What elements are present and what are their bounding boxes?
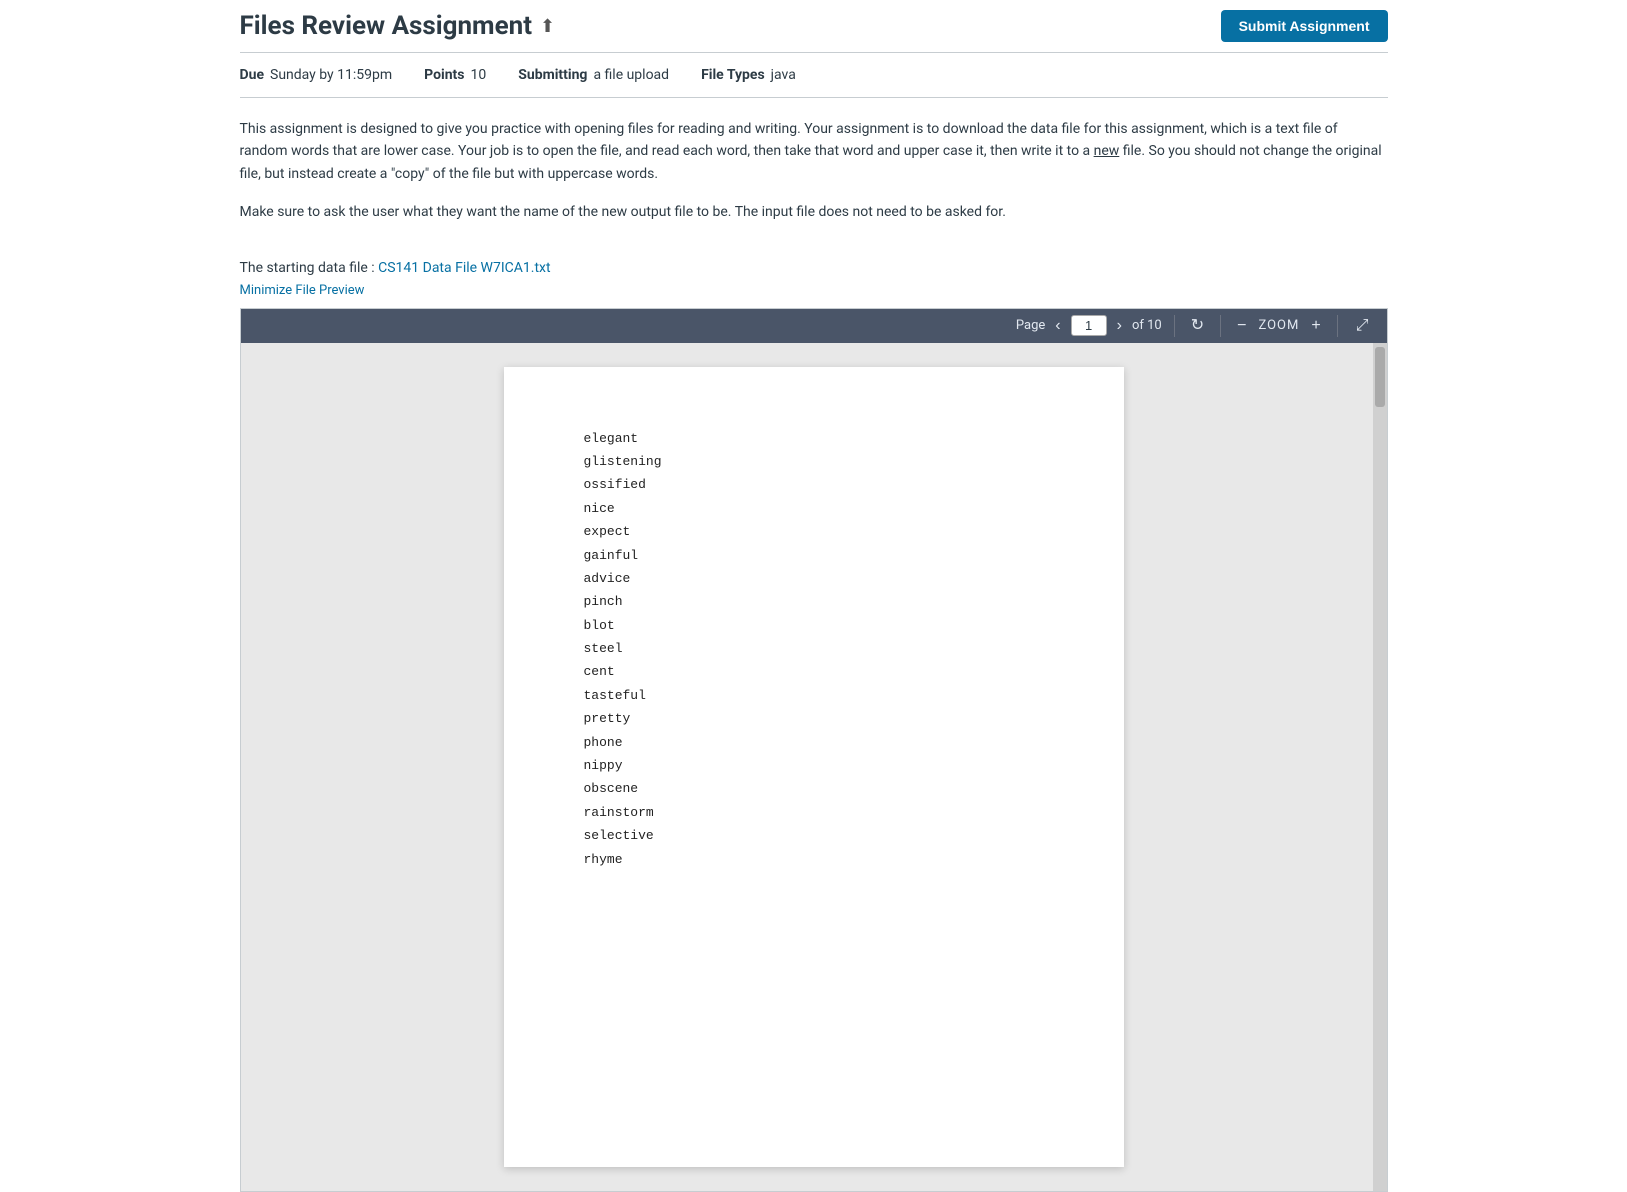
pdf-scrollbar[interactable] [1373,343,1387,1191]
pdf-word: glistening [584,450,1044,473]
pdf-words: elegantglisteningossifiedniceexpectgainf… [584,427,1044,871]
pdf-page-input[interactable] [1071,315,1107,336]
pdf-page-controls: Page ‹ › of 10 [1016,315,1162,336]
pdf-zoom-label: ZOOM [1258,318,1299,333]
submitting-value: a file upload [593,67,669,83]
pdf-word: ossified [584,473,1044,496]
meta-bar: Due Sunday by 11:59pm Points 10 Submitti… [240,53,1388,98]
minimize-file-preview-link[interactable]: Minimize File Preview [240,283,365,298]
description-block: This assignment is designed to give you … [240,98,1388,250]
submitting-label: Submitting [518,67,587,83]
pdf-word: advice [584,567,1044,590]
due-value: Sunday by 11:59pm [270,67,392,83]
pdf-next-button[interactable]: › [1113,316,1126,336]
submitting-item: Submitting a file upload [518,67,669,83]
pdf-viewer: Page ‹ › of 10 ↻ − ZOOM + ⤢ elegantglist… [240,308,1388,1192]
page-header: Files Review Assignment ⬆ Submit Assignm… [240,0,1388,53]
pdf-content-area: elegantglisteningossifiedniceexpectgainf… [241,343,1387,1191]
header-left: Files Review Assignment ⬆ [240,11,556,41]
pdf-refresh-button[interactable]: ↻ [1187,316,1208,336]
pdf-word: expect [584,520,1044,543]
pdf-word: gainful [584,544,1044,567]
new-underline: new [1094,143,1120,159]
pdf-prev-button[interactable]: ‹ [1051,316,1064,336]
pdf-word: cent [584,660,1044,683]
pdf-zoom-plus-button[interactable]: + [1307,316,1324,336]
pdf-scroll-thumb[interactable] [1375,347,1385,407]
points-value: 10 [470,67,486,83]
pdf-word: nice [584,497,1044,520]
pdf-word: blot [584,614,1044,637]
pdf-divider3 [1337,315,1338,337]
pdf-word: rainstorm [584,801,1044,824]
pdf-word: pinch [584,590,1044,613]
page-title: Files Review Assignment [240,11,533,41]
pdf-word: phone [584,731,1044,754]
pdf-word: nippy [584,754,1044,777]
pdf-word: rhyme [584,848,1044,871]
pdf-expand-button[interactable]: ⤢ [1350,315,1375,337]
pdf-toolbar: Page ‹ › of 10 ↻ − ZOOM + ⤢ [241,309,1387,343]
pdf-page: elegantglisteningossifiedniceexpectgainf… [504,367,1124,1167]
pdf-page-label: Page [1016,318,1045,333]
pdf-of-pages: of 10 [1132,318,1162,333]
data-file-link[interactable]: CS141 Data File W7ICA1.txt [378,260,550,276]
points-item: Points 10 [424,67,486,83]
file-types-value: java [771,67,796,83]
pdf-word: tasteful [584,684,1044,707]
pdf-zoom-minus-button[interactable]: − [1233,316,1250,336]
file-types-label: File Types [701,67,765,83]
description-paragraph1: This assignment is designed to give you … [240,118,1388,185]
pdf-word: pretty [584,707,1044,730]
file-types-item: File Types java [701,67,796,83]
data-file-section: The starting data file : CS141 Data File… [240,250,1388,302]
submit-assignment-button[interactable]: Submit Assignment [1221,10,1388,42]
title-icon: ⬆ [540,16,555,37]
data-file-label: The starting data file : CS141 Data File… [240,260,1388,276]
pdf-word: selective [584,824,1044,847]
points-label: Points [424,67,464,83]
description-paragraph2: Make sure to ask the user what they want… [240,201,1388,223]
pdf-word: obscene [584,777,1044,800]
pdf-word: elegant [584,427,1044,450]
pdf-word: steel [584,637,1044,660]
due-label: Due [240,67,265,83]
pdf-divider1 [1174,315,1175,337]
data-file-prefix: The starting data file : [240,260,379,276]
due-item: Due Sunday by 11:59pm [240,67,393,83]
pdf-divider2 [1220,315,1221,337]
